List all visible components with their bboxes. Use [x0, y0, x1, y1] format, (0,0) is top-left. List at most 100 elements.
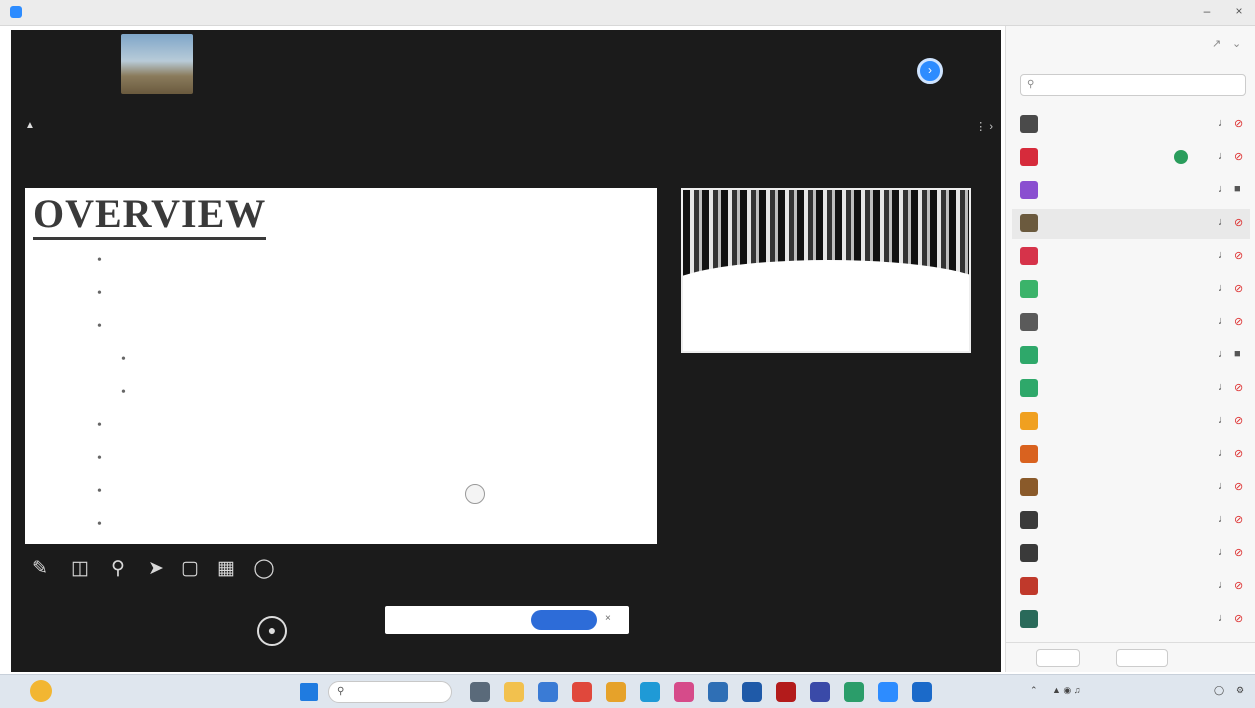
tray-icons[interactable]: ▲ ◉ ♫	[1052, 685, 1081, 696]
participant-tile[interactable]	[101, 30, 213, 112]
video-off-icon[interactable]: ⊘	[1234, 381, 1243, 394]
task-view-icon[interactable]	[470, 682, 490, 702]
mic-muted-icon[interactable]: ♩	[1218, 117, 1229, 129]
participant-row[interactable]: ♩ ■	[1012, 341, 1250, 371]
mic-muted-icon[interactable]: ♩	[1218, 381, 1229, 393]
video-on-icon[interactable]: ■	[1234, 348, 1241, 360]
participant-row[interactable]: ♩ ⊘	[1012, 143, 1250, 173]
app-icon-8[interactable]	[844, 682, 864, 702]
video-off-icon[interactable]: ⊘	[1234, 414, 1243, 427]
grid-view-icon[interactable]: ▦	[213, 556, 239, 582]
app-icon-9[interactable]	[912, 682, 932, 702]
app-icon-7[interactable]	[810, 682, 830, 702]
tray-chevron-icon[interactable]: ⌃	[1030, 685, 1038, 696]
video-off-icon[interactable]: ⊘	[1234, 612, 1243, 625]
mic-muted-icon[interactable]: ♩	[1218, 315, 1229, 327]
mic-muted-icon[interactable]: ♩	[1218, 216, 1229, 228]
avatar	[1020, 148, 1038, 166]
video-off-icon[interactable]: ⊘	[1234, 249, 1243, 262]
participant-search-input[interactable]: ⚲	[1020, 74, 1246, 96]
notification-icon[interactable]: ◯	[1214, 685, 1224, 696]
app-icon-6[interactable]	[776, 682, 796, 702]
app-icon-1[interactable]	[538, 682, 558, 702]
app-icon-3[interactable]	[674, 682, 694, 702]
video-off-icon[interactable]: ⊘	[1234, 150, 1243, 163]
participant-tile[interactable]	[511, 30, 641, 112]
window-titlebar: – ×	[0, 0, 1255, 26]
mic-muted-icon[interactable]: ♩	[1218, 579, 1229, 591]
popout-icon[interactable]: ↗	[1212, 37, 1221, 50]
participant-tile[interactable]	[231, 30, 361, 112]
video-on-icon[interactable]: ■	[1234, 183, 1241, 195]
app-icon-2[interactable]	[606, 682, 626, 702]
video-off-icon[interactable]: ⊘	[1234, 282, 1243, 295]
zoom-icon[interactable]	[878, 682, 898, 702]
participant-row[interactable]: ♩ ⊘	[1012, 506, 1250, 536]
avatar	[1020, 181, 1038, 199]
mic-muted-icon[interactable]: ♩	[1218, 249, 1229, 261]
video-off-icon[interactable]: ⊘	[1234, 480, 1243, 493]
participant-row[interactable]: ♩ ⊘	[1012, 407, 1250, 437]
mic-muted-icon[interactable]: ♩	[1218, 282, 1229, 294]
mute-all-button[interactable]	[1116, 649, 1168, 667]
next-page-arrow-icon[interactable]: ›	[917, 58, 943, 84]
mic-muted-icon[interactable]: ♩	[1218, 480, 1229, 492]
eraser-icon[interactable]: ◫	[67, 556, 93, 582]
participant-row[interactable]: ♩ ⊘	[1012, 374, 1250, 404]
close-notification-icon[interactable]: ×	[605, 613, 611, 624]
start-button[interactable]	[300, 683, 318, 701]
screen-icon[interactable]: ▢	[177, 556, 203, 582]
participant-tile[interactable]	[775, 30, 905, 112]
taskbar-search[interactable]: ⚲	[328, 681, 452, 703]
more-options-icon[interactable]: ⋮ ›	[975, 120, 993, 133]
mic-muted-icon[interactable]: ♩	[1218, 183, 1229, 195]
participant-row[interactable]: ♩ ⊘	[1012, 539, 1250, 569]
participant-row[interactable]: ♩ ■	[1012, 176, 1250, 206]
chrome-icon[interactable]	[572, 682, 592, 702]
participant-row[interactable]: ♩ ⊘	[1012, 275, 1250, 305]
mic-muted-icon[interactable]: ♩	[1218, 513, 1229, 525]
mic-muted-icon[interactable]: ♩	[1218, 150, 1229, 162]
participant-row[interactable]: ♩ ⊘	[1012, 110, 1250, 140]
video-off-icon[interactable]: ⊘	[1234, 579, 1243, 592]
participant-tile[interactable]	[643, 30, 773, 112]
app-icon-4[interactable]	[708, 682, 728, 702]
video-off-icon[interactable]: ⊘	[1234, 546, 1243, 559]
settings-icon[interactable]: ⚙	[1236, 685, 1244, 696]
video-off-icon[interactable]: ⊘	[1234, 315, 1243, 328]
participant-row[interactable]: ♩ ⊘	[1012, 473, 1250, 503]
weather-icon[interactable]	[30, 680, 52, 702]
video-off-icon[interactable]: ⊘	[1234, 447, 1243, 460]
avatar	[1020, 379, 1038, 397]
chevron-down-icon[interactable]: ⌄	[1232, 37, 1241, 50]
slide-thumbnail[interactable]	[681, 188, 971, 353]
app-icon-5[interactable]	[742, 682, 762, 702]
pointer-icon[interactable]: ➤	[143, 556, 169, 582]
more-circle-icon[interactable]: ◯	[251, 556, 277, 582]
participant-row[interactable]: ♩ ⊘	[1012, 308, 1250, 338]
mic-muted-icon[interactable]: ♩	[1218, 546, 1229, 558]
zoom-icon[interactable]: ⚲	[105, 556, 131, 582]
participant-tile[interactable]	[371, 30, 501, 112]
close-icon[interactable]: ×	[1228, 4, 1250, 18]
invite-button[interactable]	[1036, 649, 1080, 667]
mic-muted-icon[interactable]: ♩	[1218, 348, 1229, 360]
minimize-icon[interactable]: –	[1196, 4, 1218, 18]
mic-muted-icon[interactable]: ♩	[1218, 447, 1229, 459]
participant-row[interactable]: ♩ ⊘	[1012, 572, 1250, 602]
participants-panel: ↗ ⌄ ⚲ ♩ ⊘ ♩ ⊘ ♩ ■ ♩ ⊘ ♩ ⊘ ♩ ⊘ ♩ ⊘ ♩ ■ ♩ ⊘ ♩ ⊘ ♩ ⊘ ♩ ⊘ ♩ ⊘ ♩ ⊘ ♩ ⊘ ♩ ⊘	[1005, 26, 1255, 672]
video-off-icon[interactable]: ⊘	[1234, 117, 1243, 130]
edge-icon[interactable]	[640, 682, 660, 702]
play-control-icon[interactable]: ●	[257, 616, 287, 646]
participant-row[interactable]: ♩ ⊘	[1012, 440, 1250, 470]
video-off-icon[interactable]: ⊘	[1234, 513, 1243, 526]
participant-row[interactable]: ♩ ⊘	[1012, 209, 1250, 239]
notification-action-button[interactable]	[531, 610, 597, 630]
file-explorer-icon[interactable]	[504, 682, 524, 702]
pen-icon[interactable]: ✎	[27, 556, 53, 582]
video-off-icon[interactable]: ⊘	[1234, 216, 1243, 229]
participant-row[interactable]: ♩ ⊘	[1012, 242, 1250, 272]
mic-muted-icon[interactable]: ♩	[1218, 414, 1229, 426]
mic-muted-icon[interactable]: ♩	[1218, 612, 1229, 624]
participant-row[interactable]: ♩ ⊘	[1012, 605, 1250, 635]
